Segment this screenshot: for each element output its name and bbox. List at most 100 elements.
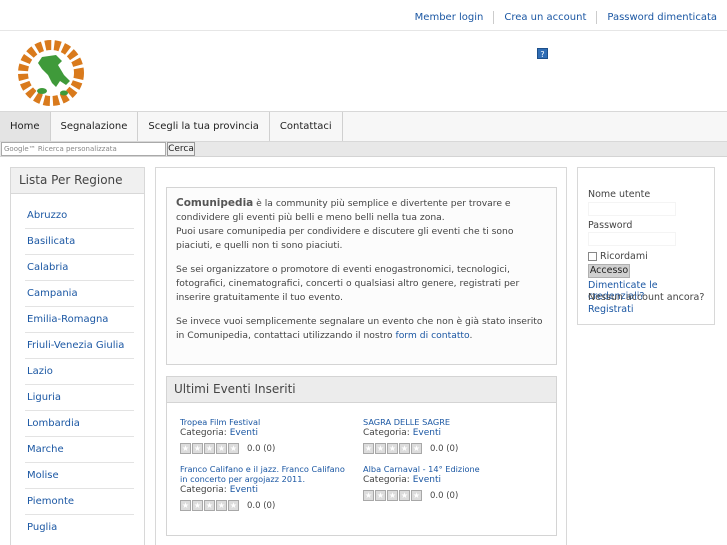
- event-rating: ★ ★ ★ ★ ★ 0.0 (0): [363, 443, 543, 454]
- comunipedia-logo[interactable]: [12, 35, 90, 111]
- event-title-link[interactable]: Franco Califano e il jazz. Franco Califa…: [180, 464, 345, 484]
- region-link[interactable]: Abruzzo: [27, 210, 67, 221]
- region-link[interactable]: Basilicata: [27, 236, 75, 247]
- report-text: Se invece vuoi semplicemente segnalare u…: [176, 316, 543, 341]
- help-icon[interactable]: ?: [537, 48, 548, 59]
- remember-checkbox[interactable]: [588, 252, 597, 261]
- create-account-link[interactable]: Crea un account: [493, 11, 596, 24]
- star-icon[interactable]: ★: [363, 443, 374, 454]
- region-item[interactable]: Lombardia: [25, 411, 134, 437]
- star-icon[interactable]: ★: [216, 500, 227, 511]
- star-icon[interactable]: ★: [363, 490, 374, 501]
- nav-scegli-provincia[interactable]: Scegli la tua provincia: [138, 112, 270, 141]
- region-item[interactable]: Basilicata: [25, 229, 134, 255]
- forgot-password-link[interactable]: Password dimenticata: [596, 11, 727, 24]
- remember-label: Ricordami: [600, 251, 648, 262]
- region-item[interactable]: Emilia-Romagna: [25, 307, 134, 333]
- search-button[interactable]: Cerca: [167, 142, 195, 156]
- region-link[interactable]: Calabria: [27, 262, 68, 273]
- region-link[interactable]: Marche: [27, 444, 64, 455]
- event-category: Categoria: Eventi: [180, 428, 360, 439]
- site-header: ?: [0, 31, 727, 111]
- star-icon[interactable]: ★: [387, 443, 398, 454]
- event-title-link[interactable]: SAGRA DELLE SAGRE: [363, 417, 450, 427]
- region-link[interactable]: Molise: [27, 470, 59, 481]
- report-end: .: [469, 330, 473, 341]
- brand-name: Comunipedia: [176, 197, 254, 209]
- rating-value: 0.0 (0): [247, 443, 276, 454]
- star-icon[interactable]: ★: [387, 490, 398, 501]
- star-icon[interactable]: ★: [204, 500, 215, 511]
- organizer-paragraph: Se sei organizzatore o promotore di even…: [176, 264, 520, 303]
- event-category: Categoria: Eventi: [180, 485, 345, 496]
- nav-contattaci[interactable]: Contattaci: [270, 112, 343, 141]
- event-item: Franco Califano e il jazz. Franco Califa…: [180, 464, 345, 511]
- member-login-link[interactable]: Member login: [405, 11, 494, 24]
- intro-text: Puoi usare comunipedia per condividere e…: [176, 226, 514, 251]
- star-icon[interactable]: ★: [216, 443, 227, 454]
- rating-value: 0.0 (0): [430, 490, 459, 501]
- star-icon[interactable]: ★: [399, 490, 410, 501]
- search-input[interactable]: Google™ Ricerca personalizzata: [1, 142, 166, 156]
- region-link[interactable]: Emilia-Romagna: [27, 314, 108, 325]
- star-rating[interactable]: ★ ★ ★ ★ ★: [180, 443, 239, 454]
- category-label: Categoria:: [180, 485, 227, 495]
- region-link[interactable]: Lazio: [27, 366, 53, 377]
- star-icon[interactable]: ★: [411, 443, 422, 454]
- user-links: Member login Crea un account Password di…: [405, 11, 727, 24]
- region-item[interactable]: Lazio: [25, 359, 134, 385]
- star-icon[interactable]: ★: [204, 443, 215, 454]
- nav-segnalazione[interactable]: Segnalazione: [51, 112, 139, 141]
- region-item[interactable]: Calabria: [25, 255, 134, 281]
- region-item[interactable]: Puglia: [25, 515, 134, 541]
- rating-value: 0.0 (0): [430, 443, 459, 454]
- star-rating[interactable]: ★ ★ ★ ★ ★: [363, 443, 422, 454]
- star-icon[interactable]: ★: [399, 443, 410, 454]
- search-bar: Google™ Ricerca personalizzata Cerca: [0, 142, 727, 157]
- category-link[interactable]: Eventi: [413, 475, 441, 485]
- category-link[interactable]: Eventi: [230, 485, 258, 495]
- region-item[interactable]: Friuli-Venezia Giulia: [25, 333, 134, 359]
- star-icon[interactable]: ★: [411, 490, 422, 501]
- category-link[interactable]: Eventi: [413, 428, 441, 438]
- password-field[interactable]: [588, 232, 676, 246]
- event-title-link[interactable]: Alba Carnaval - 14° Edizione: [363, 464, 480, 474]
- star-icon[interactable]: ★: [192, 443, 203, 454]
- region-item[interactable]: Abruzzo: [25, 203, 134, 229]
- login-button[interactable]: Accesso: [588, 264, 630, 278]
- username-field[interactable]: [588, 202, 676, 216]
- region-link[interactable]: Lombardia: [27, 418, 80, 429]
- region-link[interactable]: Liguria: [27, 392, 61, 403]
- region-item[interactable]: Marche: [25, 437, 134, 463]
- event-rating: ★ ★ ★ ★ ★ 0.0 (0): [363, 490, 543, 501]
- star-icon[interactable]: ★: [375, 443, 386, 454]
- event-category: Categoria: Eventi: [363, 428, 543, 439]
- contact-form-link[interactable]: form di contatto: [395, 330, 469, 341]
- star-rating[interactable]: ★ ★ ★ ★ ★: [363, 490, 422, 501]
- event-title-link[interactable]: Tropea Film Festival: [180, 417, 260, 427]
- region-link[interactable]: Friuli-Venezia Giulia: [27, 340, 124, 351]
- star-icon[interactable]: ★: [375, 490, 386, 501]
- region-item[interactable]: Liguria: [25, 385, 134, 411]
- star-icon[interactable]: ★: [192, 500, 203, 511]
- region-link[interactable]: Campania: [27, 288, 78, 299]
- region-item[interactable]: Campania: [25, 281, 134, 307]
- star-icon[interactable]: ★: [228, 500, 239, 511]
- nav-home[interactable]: Home: [0, 112, 51, 141]
- event-category: Categoria: Eventi: [363, 475, 543, 486]
- rating-value: 0.0 (0): [247, 500, 276, 511]
- region-item[interactable]: Molise: [25, 463, 134, 489]
- star-icon[interactable]: ★: [180, 443, 191, 454]
- event-item: Alba Carnaval - 14° Edizione Categoria: …: [363, 464, 543, 501]
- star-icon[interactable]: ★: [228, 443, 239, 454]
- region-link[interactable]: Puglia: [27, 522, 57, 533]
- top-bar: Member login Crea un account Password di…: [0, 0, 727, 31]
- star-rating[interactable]: ★ ★ ★ ★ ★: [180, 500, 239, 511]
- register-link[interactable]: Registrati: [588, 304, 633, 315]
- category-label: Categoria:: [363, 475, 410, 485]
- event-item: Tropea Film Festival Categoria: Eventi ★…: [180, 417, 360, 454]
- star-icon[interactable]: ★: [180, 500, 191, 511]
- region-item[interactable]: Piemonte: [25, 489, 134, 515]
- category-link[interactable]: Eventi: [230, 428, 258, 438]
- region-link[interactable]: Piemonte: [27, 496, 74, 507]
